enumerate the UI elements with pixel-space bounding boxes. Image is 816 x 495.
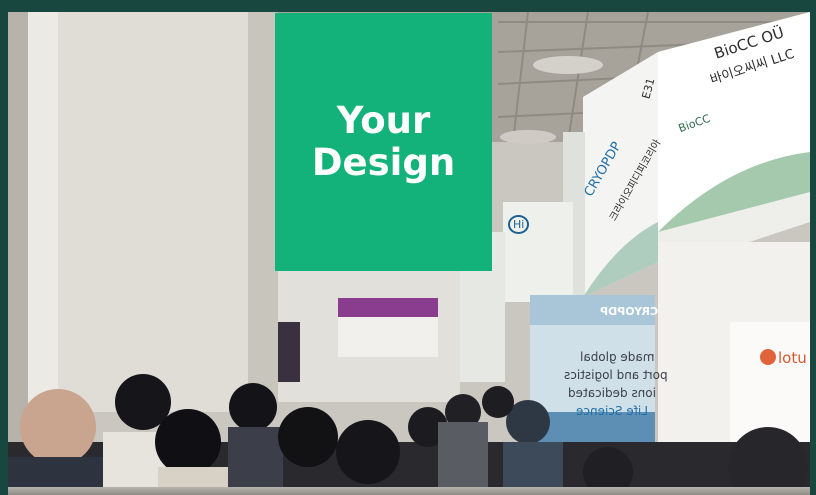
pillar-shadow: [248, 12, 278, 412]
banner-line-2: port and logistics: [564, 368, 668, 382]
frame: BioCC OÜ 바이오씨씨 LLC BioCC E31 CRYOPDP 크라이…: [0, 0, 816, 495]
lotus-panel: [730, 322, 810, 442]
banner-line-4: Life Science: [576, 404, 648, 418]
design-sign-line-2: Design: [311, 141, 456, 184]
design-placeholder-sign: Your Design: [275, 13, 492, 271]
design-sign-line-1: Your: [336, 99, 431, 142]
lotus-logo: [760, 349, 776, 365]
ceiling-vent: [500, 130, 556, 144]
banner-brand: CRYOPDP: [600, 305, 659, 318]
banner-line-3: ions dedicated: [568, 386, 656, 400]
lotus-brand: lotu: [778, 349, 807, 367]
ceiling-vent: [533, 56, 603, 74]
bottom-strip: [8, 487, 810, 495]
design-sign-text: Your Design: [312, 100, 455, 184]
pillar: [28, 12, 278, 412]
pillar-highlight: [28, 12, 58, 412]
banner-line-1: made global: [580, 350, 655, 364]
back-wall: [338, 317, 438, 357]
purple-sign: [338, 298, 438, 318]
